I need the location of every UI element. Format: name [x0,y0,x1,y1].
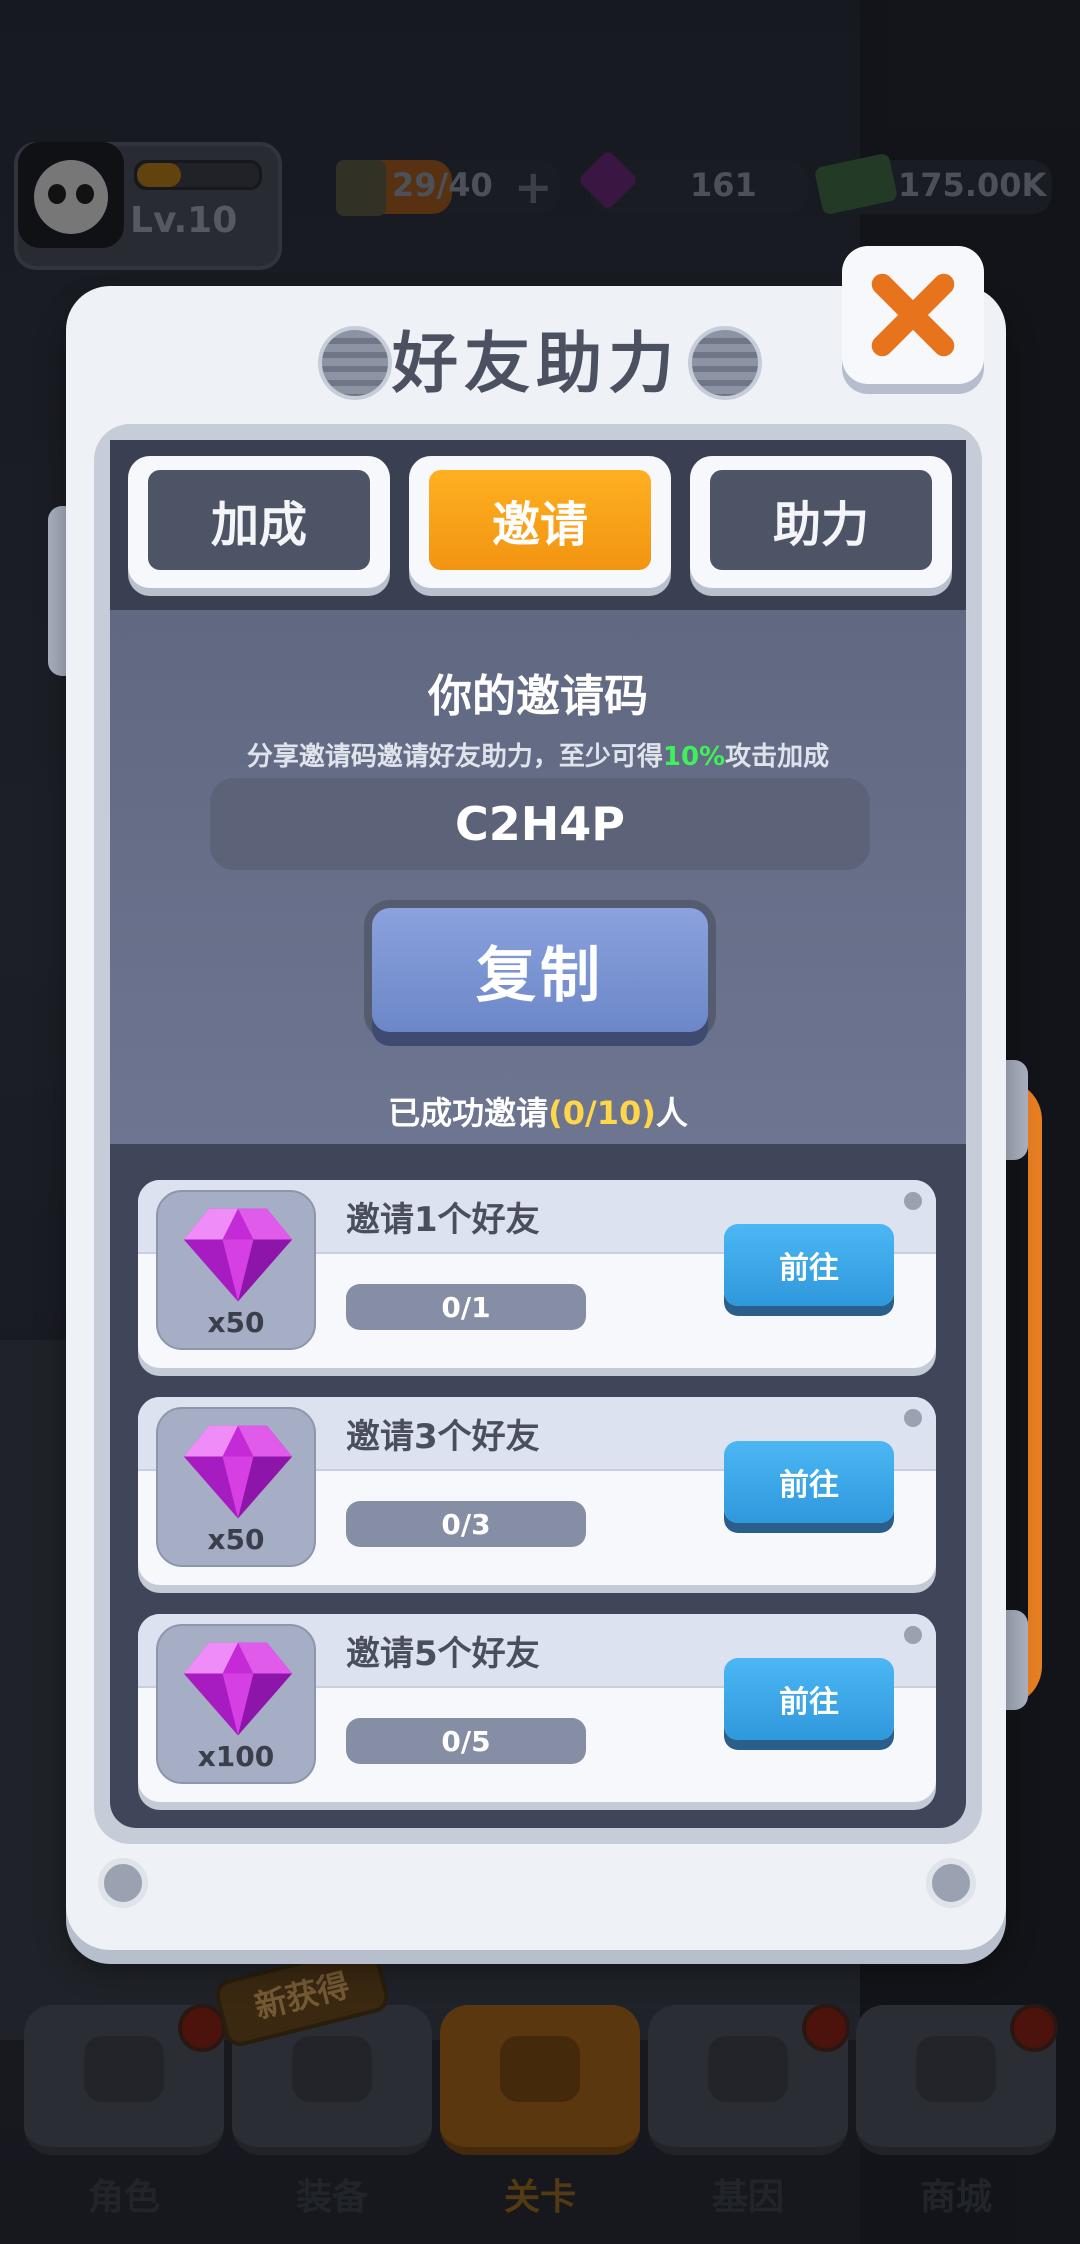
invited-label: 已成功邀请 [388,1094,549,1132]
invite-code-heading: 你的邀请码 [428,671,648,722]
card-rivet [904,1192,922,1210]
tab-invite-label: 邀请 [429,470,651,570]
invited-suffix: 人 [655,1094,688,1132]
card-rivet [904,1626,922,1644]
invited-count: (0/10) [548,1094,656,1132]
invite-desc-text: 分享邀请码邀请好友助力，至少可得 [246,742,663,772]
reward-task-title: 邀请1个好友 [346,1200,540,1240]
gem-icon [183,1425,293,1519]
corner-rivet [926,1858,976,1908]
go-button[interactable]: 前往 [724,1441,894,1523]
reward-quantity: x50 [207,1306,265,1339]
tab-assist-label: 助力 [710,470,932,570]
gem-icon [183,1642,293,1736]
reward-quantity: x50 [207,1523,265,1556]
tab-assist[interactable]: 助力 [690,456,952,588]
reward-task-title: 邀请3个好友 [346,1417,540,1457]
reward-card: x50 邀请1个好友 0/1 前往 [138,1180,936,1368]
card-rivet [904,1409,922,1427]
reward-card: x50 邀请3个好友 0/3 前往 [138,1397,936,1585]
reward-card: x100 邀请5个好友 0/5 前往 [138,1614,936,1802]
tab-invite[interactable]: 邀请 [409,456,671,588]
reward-progress: 0/5 [346,1718,586,1764]
reward-progress: 0/1 [346,1284,586,1330]
reward-icon-box: x50 [156,1190,316,1350]
invite-code[interactable]: C2H4P [210,778,870,870]
reward-progress: 0/3 [346,1501,586,1547]
reward-quantity: x100 [197,1740,275,1773]
corner-rivet [98,1858,148,1908]
go-button[interactable]: 前往 [724,1658,894,1740]
tab-bonus-label: 加成 [148,470,370,570]
bonus-percent: 10% [662,742,726,772]
close-button[interactable] [842,246,984,384]
reward-icon-box: x100 [156,1624,316,1784]
copy-button[interactable]: 复制 [372,908,708,1032]
go-button[interactable]: 前往 [724,1224,894,1306]
reward-icon-box: x50 [156,1407,316,1567]
invite-desc-suffix: 攻击加成 [725,742,830,772]
invite-description: 分享邀请码邀请好友助力，至少可得10%攻击加成 [110,736,966,773]
invited-count-text: 已成功邀请(0/10)人 [110,1088,966,1134]
reward-task-title: 邀请5个好友 [346,1634,540,1674]
tab-bonus[interactable]: 加成 [128,456,390,588]
gem-icon [183,1208,293,1302]
close-icon [871,273,955,357]
